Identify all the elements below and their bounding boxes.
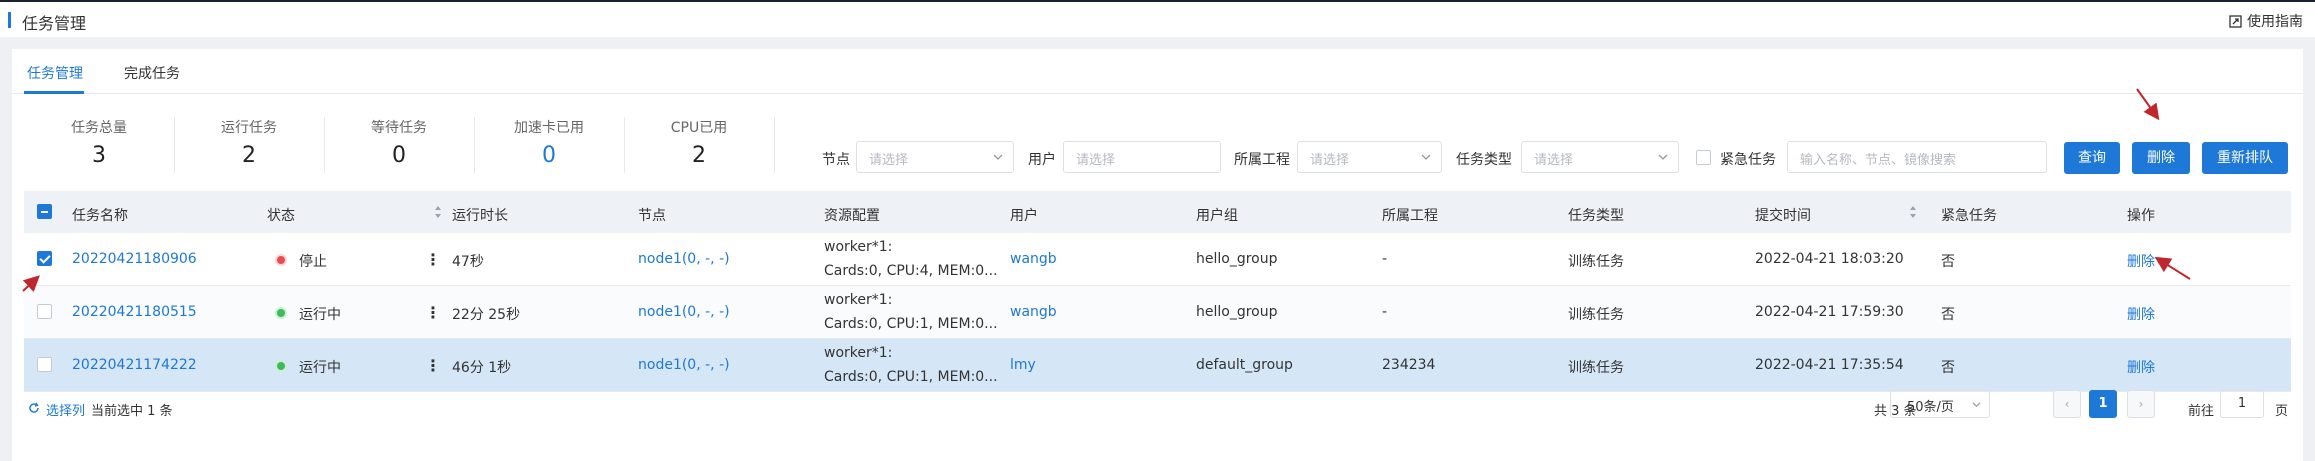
arrow-to-row-delete [2154, 256, 2191, 280]
annotation-arrows [22, 88, 2191, 293]
arrow-to-delete-button [2136, 88, 2160, 121]
arrow-to-row-checkbox [22, 275, 40, 293]
